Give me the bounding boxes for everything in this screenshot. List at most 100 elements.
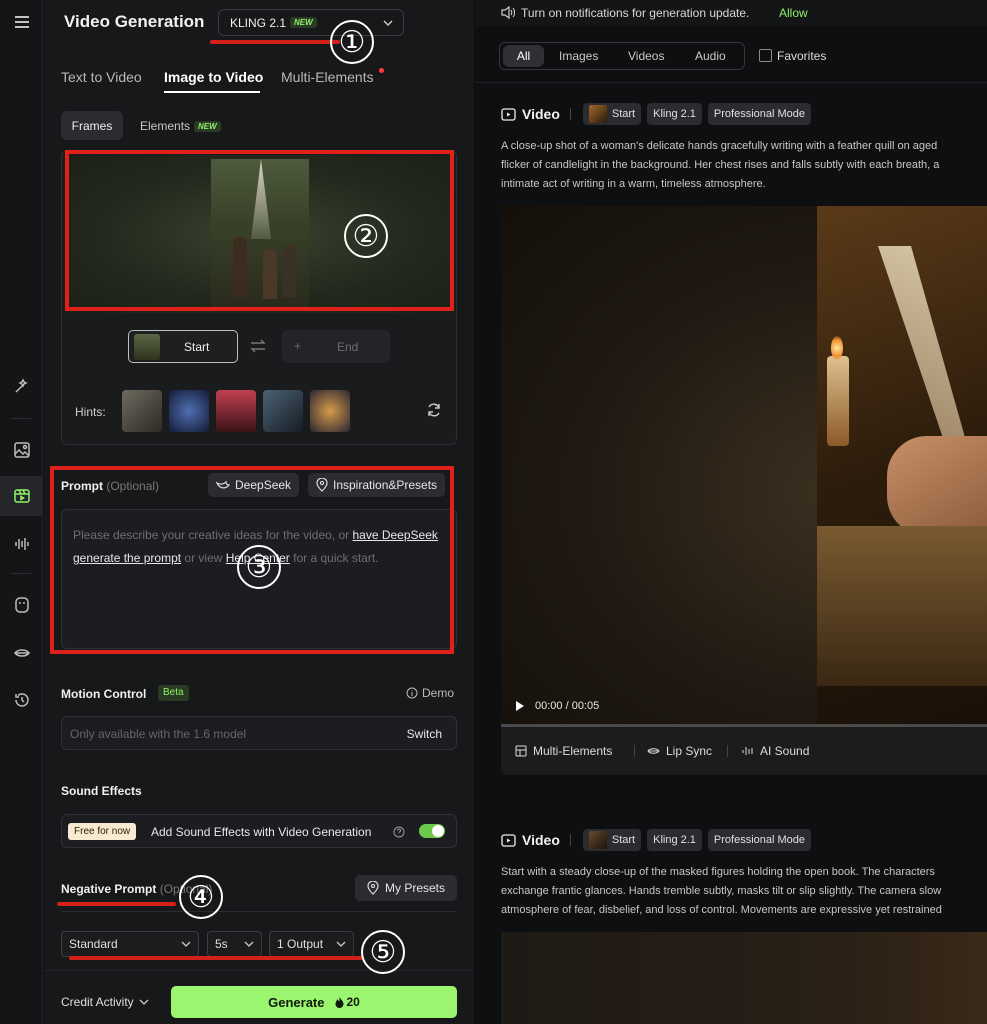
generation-feed: Turn on notifications for generation upd… bbox=[475, 0, 987, 1024]
free-badge: Free for now bbox=[68, 823, 137, 840]
start-chip: Start bbox=[582, 829, 642, 851]
duration-select[interactable]: 5s bbox=[207, 931, 262, 957]
hint-thumbnail-4[interactable] bbox=[263, 390, 303, 432]
speaker-icon bbox=[501, 6, 515, 19]
ai-sound-action[interactable]: AI Sound bbox=[741, 744, 809, 758]
start-chip: Start bbox=[582, 103, 642, 125]
tab-underline bbox=[164, 91, 260, 93]
page-title: Video Generation bbox=[64, 12, 205, 31]
chevron-down-icon bbox=[336, 941, 346, 947]
location-icon bbox=[367, 881, 379, 895]
notification-text: Turn on notifications for generation upd… bbox=[521, 6, 750, 20]
help-icon[interactable] bbox=[393, 826, 405, 838]
hint-thumbnail-2[interactable] bbox=[169, 390, 209, 432]
nav-rail bbox=[0, 0, 43, 1024]
refresh-icon[interactable] bbox=[426, 402, 442, 418]
end-frame-button[interactable]: + End bbox=[282, 330, 390, 363]
chevron-down-icon bbox=[181, 941, 191, 947]
sound-toggle[interactable] bbox=[419, 824, 445, 838]
outputs-select[interactable]: 1 Output bbox=[269, 931, 354, 957]
tab-text-to-video[interactable]: Text to Video bbox=[61, 69, 142, 85]
divider bbox=[475, 82, 987, 83]
notification-dot bbox=[379, 68, 384, 73]
card-prompt-text: A close-up shot of a woman's delicate ha… bbox=[501, 140, 940, 190]
hint-thumbnail-1[interactable] bbox=[122, 390, 162, 432]
motion-control-field[interactable]: Only available with the 1.6 model Switch bbox=[61, 716, 457, 750]
hint-thumbnail-5[interactable] bbox=[310, 390, 350, 432]
avatar-icon[interactable] bbox=[0, 585, 43, 625]
menu-icon[interactable] bbox=[0, 2, 43, 42]
multi-elements-icon bbox=[515, 745, 527, 757]
frames-tab[interactable]: Frames bbox=[61, 111, 123, 140]
credit-activity-button[interactable]: Credit Activity bbox=[61, 995, 149, 1009]
audio-icon bbox=[742, 747, 753, 755]
favorites-checkbox[interactable] bbox=[759, 49, 772, 62]
annotation-marker-4: ④ bbox=[179, 875, 223, 919]
audio-icon[interactable] bbox=[0, 524, 43, 564]
lip-sync-action[interactable]: Lip Sync bbox=[647, 744, 712, 758]
start-frame-button[interactable]: Start bbox=[128, 330, 238, 363]
credit-icon bbox=[335, 996, 343, 1008]
video-player[interactable] bbox=[501, 932, 987, 1024]
annotation-marker-5: ⑤ bbox=[361, 930, 405, 974]
image-icon[interactable] bbox=[0, 430, 43, 470]
annotation-underline bbox=[57, 902, 176, 906]
allow-link[interactable]: Allow bbox=[779, 6, 808, 20]
model-chip: Kling 2.1 bbox=[647, 103, 702, 125]
elements-tab[interactable]: Elements NEW bbox=[140, 119, 221, 133]
chevron-down-icon bbox=[139, 999, 149, 1005]
video-icon bbox=[501, 833, 516, 847]
lip-icon[interactable] bbox=[0, 633, 43, 673]
model-name: KLING 2.1 bbox=[230, 15, 287, 30]
new-badge: NEW bbox=[194, 121, 221, 133]
card-actions: Multi-Elements Lip Sync AI Sound bbox=[501, 727, 987, 775]
beta-badge: Beta bbox=[158, 685, 189, 701]
model-chip: Kling 2.1 bbox=[647, 829, 702, 851]
multi-elements-action[interactable]: Multi-Elements bbox=[515, 744, 612, 758]
model-select[interactable]: KLING 2.1 NEW bbox=[218, 9, 404, 36]
filter-images[interactable]: Images bbox=[559, 49, 598, 63]
video-icon[interactable] bbox=[0, 476, 43, 516]
swap-icon[interactable] bbox=[250, 339, 266, 353]
divider bbox=[61, 911, 457, 912]
annotation-box bbox=[65, 150, 454, 311]
sound-effects-row: Free for now Add Sound Effects with Vide… bbox=[61, 814, 457, 848]
history-icon[interactable] bbox=[0, 680, 43, 720]
hint-thumbnail-3[interactable] bbox=[216, 390, 256, 432]
annotation-underline bbox=[69, 956, 363, 960]
annotation-underline bbox=[210, 40, 340, 44]
info-icon bbox=[406, 687, 418, 699]
video-time: 00:00 / 00:05 bbox=[535, 700, 600, 712]
motion-control-label: Motion Control bbox=[61, 687, 147, 701]
favorites-label: Favorites bbox=[777, 49, 827, 63]
video-icon bbox=[501, 107, 516, 121]
demo-link[interactable]: Demo bbox=[406, 686, 454, 700]
filter-videos[interactable]: Videos bbox=[628, 49, 664, 63]
new-badge: NEW bbox=[290, 17, 317, 28]
video-card-header: Video Start Kling 2.1 Professional Mode bbox=[501, 103, 817, 125]
tab-image-to-video[interactable]: Image to Video bbox=[164, 69, 263, 85]
lip-icon bbox=[647, 748, 660, 754]
hints-label: Hints: bbox=[75, 405, 106, 419]
filter-all[interactable]: All bbox=[503, 45, 544, 67]
annotation-marker-2: ② bbox=[344, 214, 388, 258]
magic-icon[interactable] bbox=[0, 366, 43, 406]
my-presets-button[interactable]: My Presets bbox=[355, 875, 457, 901]
generate-button[interactable]: Generate 20 bbox=[171, 986, 457, 1018]
mode-chip: Professional Mode bbox=[707, 829, 812, 851]
sound-effects-label: Sound Effects bbox=[61, 784, 142, 798]
quality-select[interactable]: Standard bbox=[61, 931, 199, 957]
filter-audio[interactable]: Audio bbox=[695, 49, 726, 63]
video-card-header: Video Start Kling 2.1 Professional Mode bbox=[501, 829, 817, 851]
video-player[interactable]: 00:00 / 00:05 bbox=[501, 206, 987, 724]
chevron-down-icon bbox=[244, 941, 254, 947]
switch-button[interactable]: Switch bbox=[407, 727, 442, 741]
tab-multi-elements[interactable]: Multi-Elements bbox=[281, 69, 374, 85]
start-thumbnail bbox=[134, 333, 160, 360]
mode-chip: Professional Mode bbox=[707, 103, 812, 125]
chevron-down-icon bbox=[383, 20, 393, 26]
play-icon[interactable] bbox=[515, 700, 525, 712]
annotation-marker-1: ① bbox=[330, 20, 374, 64]
card-prompt-text: Start with a steady close-up of the mask… bbox=[501, 866, 942, 916]
annotation-marker-3: ③ bbox=[237, 545, 281, 589]
